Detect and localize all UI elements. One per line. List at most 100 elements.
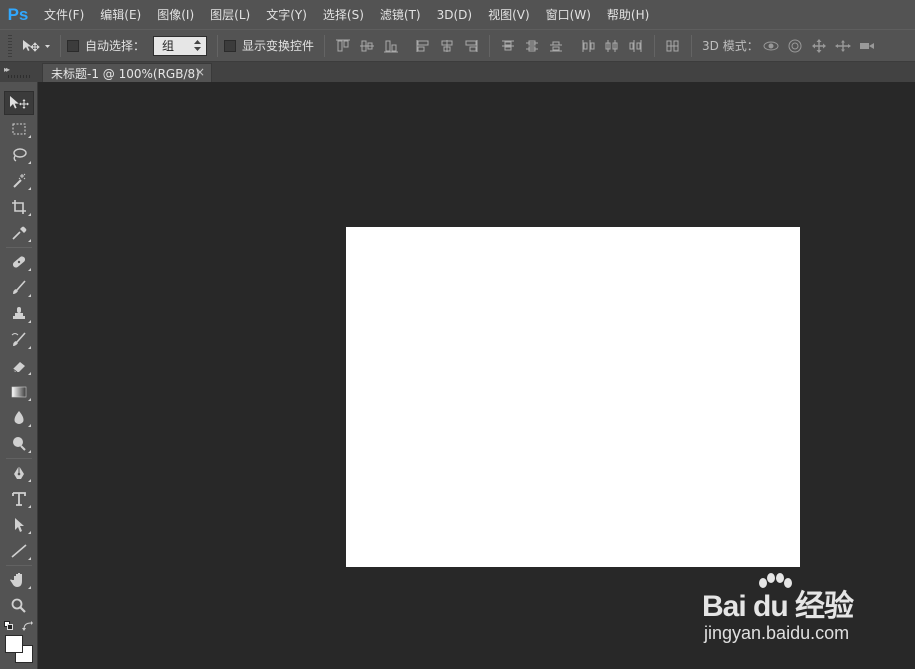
marquee-tool[interactable]	[4, 117, 34, 141]
3d-roll-button[interactable]	[783, 34, 807, 58]
separator	[324, 34, 326, 57]
document-tab[interactable]: 未标题-1 @ 100%(RGB/8) ×	[42, 63, 212, 82]
menu-select[interactable]: 选择(S)	[315, 0, 372, 29]
clone-stamp-tool[interactable]	[4, 302, 34, 326]
align-hcenter-button[interactable]	[435, 34, 459, 58]
align-left-button[interactable]	[411, 34, 435, 58]
distribute-top-icon	[502, 40, 515, 50]
toolbox-grip[interactable]	[8, 75, 30, 78]
blur-tool[interactable]	[4, 406, 34, 430]
auto-select-value: 组	[162, 39, 175, 53]
align-hcenter-icon	[441, 39, 453, 52]
healing-brush-tool[interactable]	[4, 250, 34, 274]
distribute-vcenter-button[interactable]	[520, 34, 544, 58]
updown-arrow-icon	[194, 40, 202, 51]
toolbox	[0, 82, 38, 669]
brush-tool[interactable]	[4, 276, 34, 300]
hand-icon	[10, 573, 22, 587]
menu-window[interactable]: 窗口(W)	[538, 0, 599, 29]
auto-select-label: 自动选择：	[85, 39, 146, 53]
pen-tool[interactable]	[4, 461, 34, 485]
separator	[654, 34, 656, 57]
zoom-tool[interactable]	[4, 594, 34, 618]
tool-preset-picker[interactable]	[18, 34, 54, 58]
menu-file[interactable]: 文件(F)	[36, 0, 92, 29]
menu-3d[interactable]: 3D(D)	[429, 0, 480, 29]
distribute-top-button[interactable]	[496, 34, 520, 58]
align-right-icon	[465, 39, 478, 52]
distribute-right-button[interactable]	[624, 34, 648, 58]
toolbox-separator	[6, 565, 32, 566]
auto-select-group: 自动选择： 组	[67, 35, 208, 56]
path-selection-icon	[15, 518, 24, 532]
lasso-tool[interactable]	[4, 143, 34, 167]
brush-icon	[13, 280, 26, 294]
type-tool[interactable]	[4, 487, 34, 511]
3d-pan-button[interactable]	[807, 34, 831, 58]
gradient-tool[interactable]	[4, 380, 34, 404]
align-left-icon	[416, 39, 429, 52]
distribute-vcenter-icon	[526, 40, 539, 51]
separator	[691, 34, 693, 57]
3d-slide-button[interactable]	[831, 34, 855, 58]
document-canvas[interactable]	[346, 227, 800, 567]
distribute-bottom-button[interactable]	[544, 34, 568, 58]
3d-roll-icon	[788, 39, 802, 52]
align-vcenter-button[interactable]	[355, 34, 379, 58]
move-tool[interactable]	[4, 91, 34, 115]
eraser-tool[interactable]	[4, 354, 34, 378]
dodge-tool[interactable]	[4, 432, 34, 456]
eyedropper-tool[interactable]	[4, 221, 34, 245]
show-transform-group: 显示变换控件	[224, 37, 314, 54]
hand-tool[interactable]	[4, 568, 34, 592]
align-bottom-button[interactable]	[379, 34, 403, 58]
menu-view[interactable]: 视图(V)	[480, 0, 538, 29]
magnifier-icon	[11, 598, 26, 613]
3d-rotate-icon	[763, 41, 779, 50]
history-brush-tool[interactable]	[4, 328, 34, 352]
align-vcenter-icon	[360, 40, 375, 51]
crop-tool[interactable]	[4, 195, 34, 219]
path-selection-tool[interactable]	[4, 513, 34, 537]
menu-bar: Ps 文件(F) 编辑(E) 图像(I) 图层(L) 文字(Y) 选择(S) 滤…	[0, 0, 915, 29]
3d-rotate-button[interactable]	[759, 34, 783, 58]
close-icon[interactable]: ×	[195, 65, 205, 79]
distribute-left-icon	[582, 39, 595, 52]
distribute-hcenter-button[interactable]	[600, 34, 624, 58]
collapse-toolbox-icon[interactable]: ▸▸	[4, 65, 10, 74]
separator	[489, 34, 491, 57]
magic-wand-icon	[13, 173, 26, 188]
show-transform-checkbox[interactable]	[224, 39, 237, 52]
line-tool[interactable]	[4, 539, 34, 563]
align-top-button[interactable]	[331, 34, 355, 58]
align-top-icon	[336, 39, 351, 51]
3d-slide-icon	[834, 39, 851, 52]
align-right-button[interactable]	[459, 34, 483, 58]
distribute-hcenter-icon	[605, 39, 618, 52]
menu-type[interactable]: 文字(Y)	[258, 0, 315, 29]
3d-scale-button[interactable]	[855, 34, 879, 58]
lasso-icon	[13, 148, 27, 162]
3d-pan-icon	[811, 38, 826, 53]
auto-align-layers-button[interactable]	[661, 34, 685, 58]
3d-camera-icon	[859, 42, 874, 49]
menu-layer[interactable]: 图层(L)	[202, 0, 258, 29]
foreground-color-swatch[interactable]	[5, 635, 23, 653]
mode-3d-label: 3D 模式：	[702, 39, 759, 53]
options-bar-grip[interactable]	[8, 34, 12, 57]
move-tool-icon	[23, 39, 50, 52]
separator	[217, 34, 219, 57]
auto-select-checkbox[interactable]	[67, 39, 79, 52]
menu-image[interactable]: 图像(I)	[149, 0, 202, 29]
line-icon	[11, 544, 27, 558]
pen-icon	[14, 466, 24, 479]
menu-filter[interactable]: 滤镜(T)	[372, 0, 429, 29]
distribute-right-icon	[629, 39, 642, 52]
menu-edit[interactable]: 编辑(E)	[92, 0, 149, 29]
menu-help[interactable]: 帮助(H)	[599, 0, 657, 29]
auto-select-dropdown[interactable]: 组	[153, 35, 208, 56]
default-colors-icon[interactable]	[4, 620, 14, 630]
magic-wand-tool[interactable]	[4, 169, 34, 193]
swap-colors-icon[interactable]	[22, 620, 34, 631]
distribute-left-button[interactable]	[576, 34, 600, 58]
